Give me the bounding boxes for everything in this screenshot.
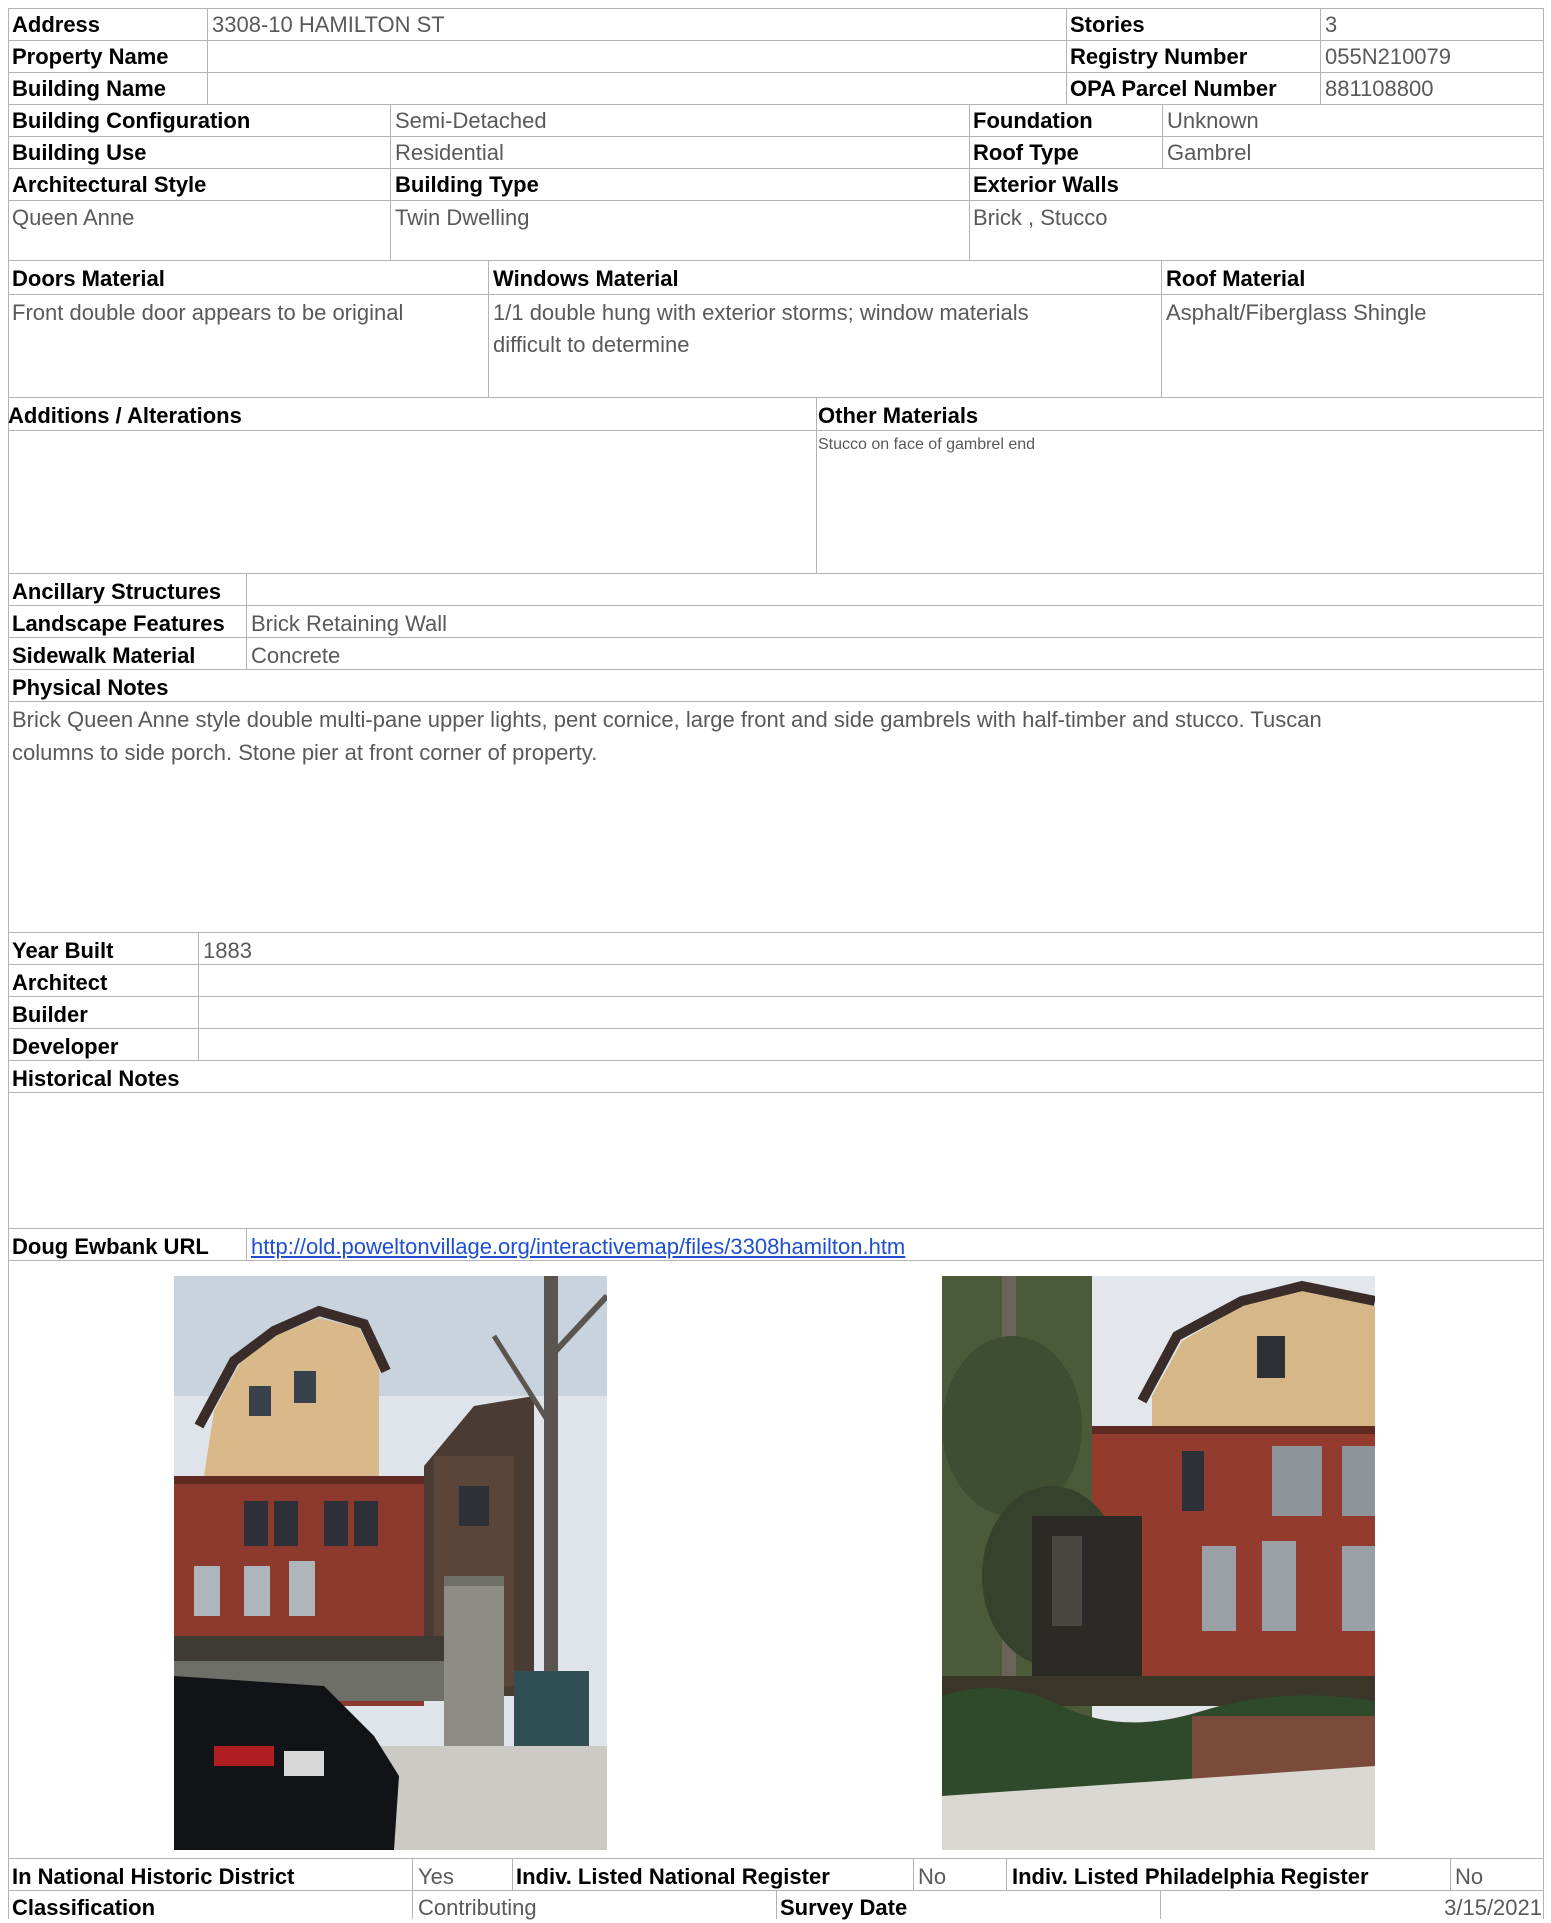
- national-historic-district-label: In National Historic District: [12, 1864, 295, 1889]
- windows-material-value-line1: 1/1 double hung with exterior storms; wi…: [493, 300, 1029, 325]
- landscape-features-label: Landscape Features: [12, 611, 225, 636]
- exterior-walls-label: Exterior Walls: [973, 172, 1119, 197]
- building-type-value: Twin Dwelling: [395, 205, 530, 230]
- developer-label: Developer: [12, 1034, 119, 1059]
- roof-type-label: Roof Type: [973, 140, 1079, 165]
- roof-type-value: Gambrel: [1167, 140, 1252, 165]
- doors-material-label: Doors Material: [12, 266, 165, 291]
- philadelphia-register-value: No: [1455, 1864, 1484, 1889]
- address-value: 3308-10 HAMILTON ST: [212, 12, 445, 37]
- building-type-label: Building Type: [395, 172, 539, 197]
- property-name-label: Property Name: [12, 44, 169, 69]
- roof-material-value: Asphalt/Fiberglass Shingle: [1166, 300, 1427, 325]
- other-materials-value: Stucco on face of gambrel end: [818, 436, 1036, 453]
- stories-label: Stories: [1070, 12, 1145, 37]
- additions-alterations-label: Additions / Alterations: [8, 403, 242, 428]
- front-house-photo: [174, 1276, 607, 1850]
- foundation-value: Unknown: [1167, 108, 1259, 133]
- property-survey-form: Address 3308-10 HAMILTON ST Property Nam…: [0, 0, 1551, 1920]
- sidewalk-material-value: Concrete: [251, 643, 341, 668]
- building-name-label: Building Name: [12, 76, 167, 101]
- national-register-value: No: [918, 1864, 947, 1889]
- doug-ewbank-url-link[interactable]: http://old.poweltonvillage.org/interacti…: [251, 1232, 905, 1262]
- opa-parcel-label: OPA Parcel Number: [1070, 76, 1277, 101]
- physical-notes-line2: columns to side porch. Stone pier at fro…: [12, 740, 598, 765]
- historical-notes-label: Historical Notes: [12, 1066, 180, 1091]
- builder-label: Builder: [12, 1002, 88, 1027]
- building-use-value: Residential: [395, 140, 504, 165]
- stories-value: 3: [1325, 12, 1338, 37]
- building-use-label: Building Use: [12, 140, 147, 165]
- year-built-value: 1883: [203, 938, 252, 963]
- philadelphia-register-label: Indiv. Listed Philadelphia Register: [1012, 1864, 1369, 1889]
- exterior-walls-value: Brick , Stucco: [973, 205, 1108, 230]
- side-house-photo: [942, 1276, 1375, 1850]
- year-built-label: Year Built: [12, 938, 114, 963]
- physical-notes-label: Physical Notes: [12, 675, 169, 700]
- architectural-style-value: Queen Anne: [12, 205, 135, 230]
- address-label: Address: [12, 12, 101, 37]
- doors-material-value: Front double door appears to be original: [12, 300, 404, 325]
- building-configuration-label: Building Configuration: [12, 108, 251, 133]
- other-materials-label: Other Materials: [818, 403, 979, 428]
- architect-label: Architect: [12, 970, 108, 995]
- roof-material-label: Roof Material: [1166, 266, 1306, 291]
- national-historic-district-value: Yes: [418, 1864, 454, 1889]
- building-configuration-value: Semi-Detached: [395, 108, 547, 133]
- windows-material-label: Windows Material: [493, 266, 679, 291]
- foundation-label: Foundation: [973, 108, 1093, 133]
- national-register-label: Indiv. Listed National Register: [516, 1864, 830, 1889]
- registry-number-label: Registry Number: [1070, 44, 1248, 69]
- landscape-features-value: Brick Retaining Wall: [251, 611, 448, 636]
- opa-parcel-value: 881108800: [1325, 76, 1434, 101]
- windows-material-value-line2: difficult to determine: [493, 332, 690, 357]
- doug-ewbank-url-label: Doug Ewbank URL: [12, 1234, 209, 1259]
- physical-notes-line1: Brick Queen Anne style double multi-pane…: [12, 707, 1322, 732]
- sidewalk-material-label: Sidewalk Material: [12, 643, 196, 668]
- ancillary-structures-label: Ancillary Structures: [12, 579, 222, 604]
- architectural-style-label: Architectural Style: [12, 172, 207, 197]
- registry-number-value: 055N210079: [1325, 44, 1452, 69]
